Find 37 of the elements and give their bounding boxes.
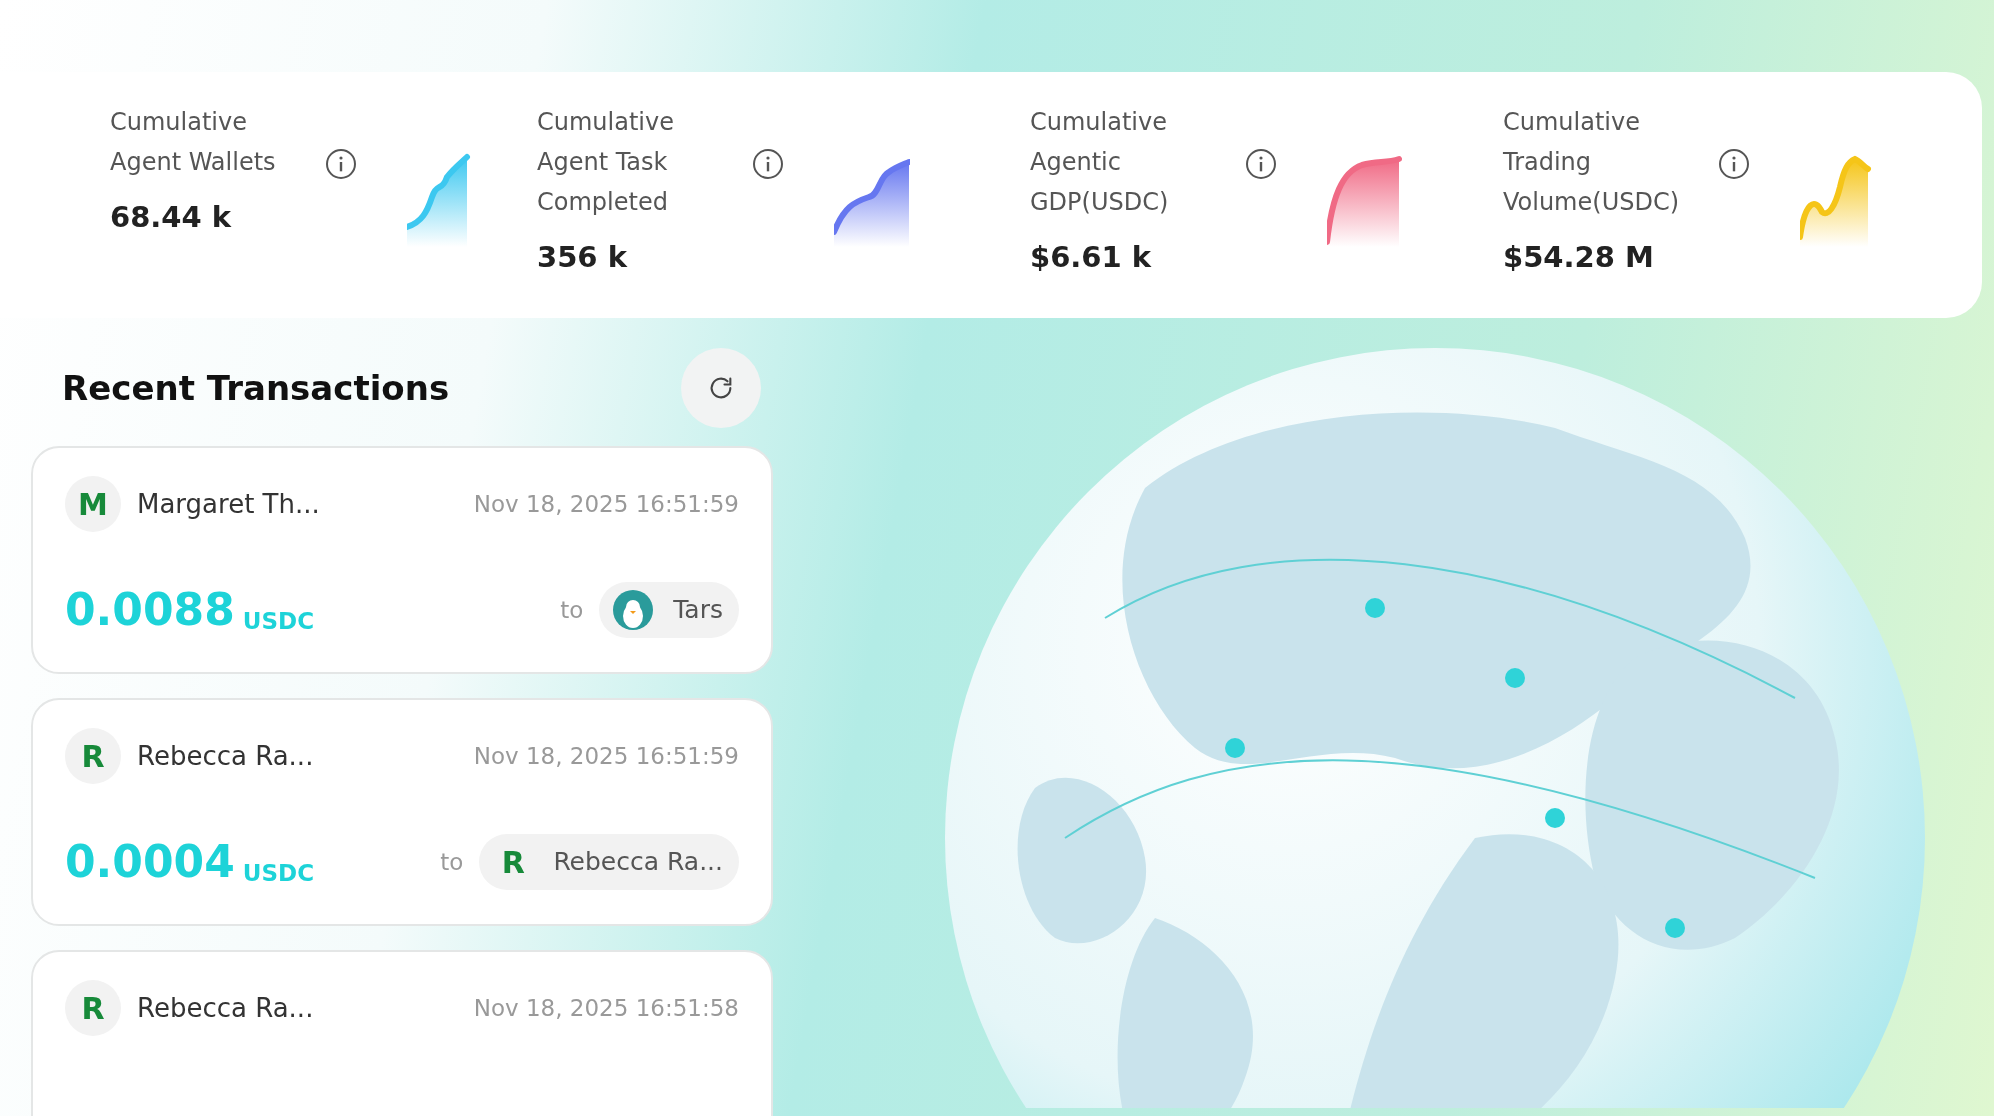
- transaction-time: Nov 18, 2025 16:51:59: [473, 489, 739, 519]
- stat-label: Cumulative Agentic GDP(USDC): [1030, 107, 1170, 218]
- transaction-card[interactable]: R Rebecca Ra... Nov 18, 2025 16:51:59 0.0004 USDC to R Rebecca Ra...: [31, 698, 773, 926]
- info-icon[interactable]: [325, 148, 357, 180]
- to-label: to: [560, 595, 584, 625]
- info-icon[interactable]: [752, 148, 784, 180]
- stat-value: $54.28 M: [1503, 239, 1655, 276]
- stat-label: Cumulative Agent Task Completed: [537, 107, 675, 218]
- currency-unit: USDC: [242, 858, 314, 888]
- recipient-chip[interactable]: Tars: [599, 582, 739, 638]
- transaction-time: Nov 18, 2025 16:51:59: [473, 741, 739, 771]
- stat-value: 68.44 k: [110, 199, 233, 236]
- recipient-name: Tars: [673, 594, 723, 627]
- amount: 0.0088: [65, 588, 235, 632]
- avatar-icon: [613, 590, 654, 630]
- section-title: Recent Transactions: [62, 367, 450, 409]
- transaction-card[interactable]: M Margaret Th... Nov 18, 2025 16:51:59 0.0088 USDC to Tars: [31, 446, 773, 674]
- sender-name: Margaret Th...: [137, 487, 320, 521]
- info-icon[interactable]: [1718, 148, 1750, 180]
- avatar-letter: R: [500, 843, 526, 882]
- stat-label: Cumulative Agent Wallets: [110, 107, 277, 178]
- sender-name: Rebecca Ra...: [137, 991, 314, 1025]
- to-label: to: [440, 847, 464, 877]
- transaction-time: Nov 18, 2025 16:51:58: [473, 993, 739, 1023]
- recipient-chip[interactable]: R Rebecca Ra...: [479, 834, 739, 890]
- sender-name: Rebecca Ra...: [137, 739, 314, 773]
- recipient-name: Rebecca Ra...: [553, 846, 723, 879]
- amount: 0.0004: [65, 840, 235, 884]
- stat-label: Cumulative Trading Volume(USDC): [1503, 107, 1681, 218]
- stat-value: $6.61 k: [1030, 239, 1153, 276]
- avatar-letter: M: [65, 476, 121, 532]
- avatar-letter: R: [65, 980, 121, 1036]
- info-icon[interactable]: [1245, 148, 1277, 180]
- currency-unit: USDC: [242, 606, 314, 636]
- transaction-card[interactable]: R Rebecca Ra... Nov 18, 2025 16:51:58: [31, 950, 773, 1116]
- stat-value: 356 k: [537, 239, 629, 276]
- avatar-letter: R: [65, 728, 121, 784]
